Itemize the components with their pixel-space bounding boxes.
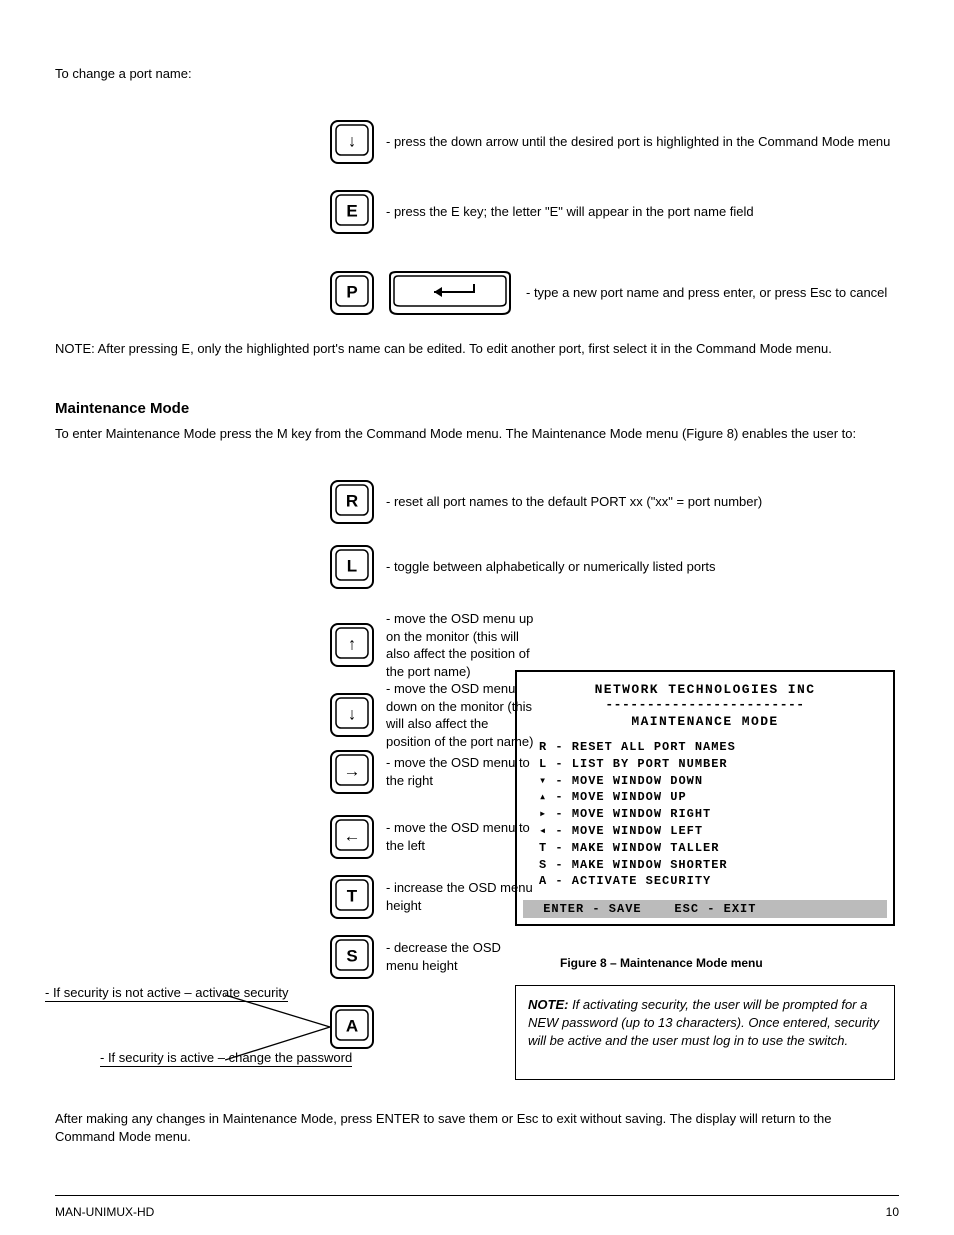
r-key-icon: R — [330, 480, 374, 524]
left-arrow-key-icon: ← — [330, 815, 374, 859]
edit-step-1: - press the down arrow until the desired… — [386, 133, 890, 151]
e-key-icon: E — [330, 190, 374, 234]
maint-item: ◂ - MOVE WINDOW LEFT — [517, 823, 893, 840]
maintenance-heading: Maintenance Mode — [55, 400, 189, 417]
maint-footer: ENTER - SAVE ESC - EXIT — [523, 900, 887, 918]
maint-item: ▸ - MOVE WINDOW RIGHT — [517, 806, 893, 823]
row-left-text: - move the OSD menu to the left — [386, 819, 536, 854]
edit-intro: To change a port name: — [55, 65, 885, 83]
maint-item: A - ACTIVATE SECURITY — [517, 873, 893, 890]
maint-item: ▾ - MOVE WINDOW DOWN — [517, 773, 893, 790]
t-key-icon: T — [330, 875, 374, 919]
maint-item: ▴ - MOVE WINDOW UP — [517, 789, 893, 806]
footer-divider — [55, 1195, 899, 1196]
maint-item: T - MAKE WINDOW TALLER — [517, 840, 893, 857]
note-body: If activating security, the user will be… — [528, 997, 879, 1048]
row-down-text: - move the OSD menu down on the monitor … — [386, 680, 536, 750]
a-key-icon: A — [330, 1005, 374, 1049]
note-box: NOTE: If activating security, the user w… — [515, 985, 895, 1080]
maint-dashes: ------------------------ — [517, 697, 893, 712]
row-r-text: - reset all port names to the default PO… — [386, 493, 762, 511]
closing-paragraph: After making any changes in Maintenance … — [55, 1110, 895, 1146]
row-right-text: - move the OSD menu to the right — [386, 754, 536, 789]
row-up-text: - move the OSD menu up on the monitor (t… — [386, 610, 536, 680]
enter-key-icon — [386, 270, 514, 316]
up-arrow-key-icon: ↑ — [330, 623, 374, 667]
p-key-icon: P — [330, 271, 374, 315]
down-arrow-key-icon-2: ↓ — [330, 693, 374, 737]
edit-step-3: - type a new port name and press enter, … — [526, 284, 887, 302]
security-line-2: - If security is active – change the pas… — [100, 1050, 352, 1067]
maintenance-mode-window: NETWORK TECHNOLOGIES INC ---------------… — [515, 670, 895, 926]
row-t-text: - increase the OSD menu height — [386, 879, 536, 914]
maint-item: L - LIST BY PORT NUMBER — [517, 756, 893, 773]
maint-mode-label: MAINTENANCE MODE — [517, 714, 893, 729]
footer-right: 10 — [886, 1205, 899, 1219]
footer-left: MAN-UNIMUX-HD — [55, 1205, 154, 1219]
maintenance-intro: To enter Maintenance Mode press the M ke… — [55, 425, 885, 443]
maint-title: NETWORK TECHNOLOGIES INC — [517, 682, 893, 697]
security-line-1: - If security is not active – activate s… — [45, 985, 288, 1002]
edit-note: NOTE: After pressing E, only the highlig… — [55, 340, 885, 358]
row-l-text: - toggle between alphabetically or numer… — [386, 558, 716, 576]
s-key-icon: S — [330, 935, 374, 979]
note-title: NOTE: — [528, 997, 572, 1012]
figure-caption: Figure 8 – Maintenance Mode menu — [560, 955, 763, 972]
edit-step-2: - press the E key; the letter "E" will a… — [386, 203, 754, 221]
maint-item: S - MAKE WINDOW SHORTER — [517, 857, 893, 874]
maint-item: R - RESET ALL PORT NAMES — [517, 739, 893, 756]
row-s-text: - decrease the OSD menu height — [386, 939, 536, 974]
right-arrow-key-icon: → — [330, 750, 374, 794]
down-arrow-key-icon: ↓ — [330, 120, 374, 164]
l-key-icon: L — [330, 545, 374, 589]
